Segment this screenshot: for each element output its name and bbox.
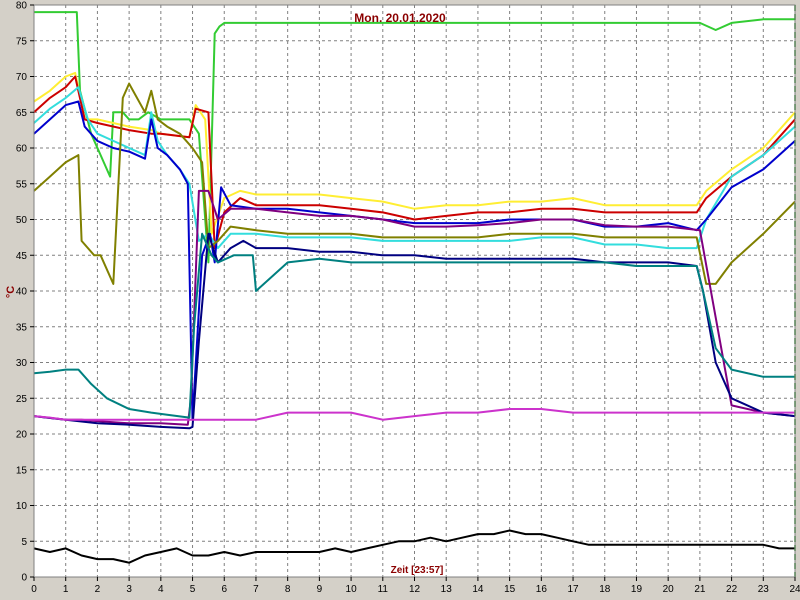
y-tick-label: 5 xyxy=(21,537,27,548)
y-tick-label: 10 xyxy=(16,501,28,512)
y-tick-label: 45 xyxy=(16,251,28,262)
x-tick-label: 15 xyxy=(504,584,516,595)
x-tick-label: 21 xyxy=(694,584,706,595)
x-tick-label: 2 xyxy=(95,584,101,595)
x-tick-label: 8 xyxy=(285,584,291,595)
x-tick-label: 16 xyxy=(536,584,548,595)
y-tick-label: 70 xyxy=(16,72,28,83)
x-tick-label: 20 xyxy=(663,584,675,595)
x-tick-label: 9 xyxy=(317,584,323,595)
y-tick-label: 60 xyxy=(16,144,28,155)
x-tick-label: 23 xyxy=(758,584,770,595)
y-tick-label: 80 xyxy=(16,1,28,12)
y-tick-label: 30 xyxy=(16,358,28,369)
x-tick-label: 17 xyxy=(567,584,579,595)
x-tick-label: 24 xyxy=(789,584,800,595)
y-tick-label: 35 xyxy=(16,322,28,333)
x-tick-label: 14 xyxy=(472,584,484,595)
x-tick-label: 5 xyxy=(190,584,196,595)
y-tick-label: 15 xyxy=(16,465,28,476)
y-tick-label: 50 xyxy=(16,215,28,226)
y-tick-label: 40 xyxy=(16,287,28,298)
x-tick-label: 6 xyxy=(221,584,227,595)
x-tick-label: 7 xyxy=(253,584,259,595)
x-tick-label: 4 xyxy=(158,584,164,595)
y-tick-label: 65 xyxy=(16,108,28,119)
x-tick-label: 3 xyxy=(126,584,132,595)
x-tick-label: 18 xyxy=(599,584,611,595)
y-tick-label: 20 xyxy=(16,430,28,441)
temperature-chart: 05101520253035404550556065707580 0123456… xyxy=(0,0,800,600)
y-tick-label: 25 xyxy=(16,394,28,405)
chart-title: Mon. 20.01.2020 xyxy=(354,11,446,25)
x-tick-label: 1 xyxy=(63,584,69,595)
x-tick-label: 22 xyxy=(726,584,738,595)
x-tick-label: 11 xyxy=(378,584,389,595)
x-tick-label: 0 xyxy=(31,584,37,595)
x-tick-label: 19 xyxy=(631,584,643,595)
x-tick-label: 13 xyxy=(441,584,453,595)
x-tick-label: 10 xyxy=(346,584,358,595)
y-axis-label: °C xyxy=(5,286,17,298)
y-tick-label: 75 xyxy=(16,36,28,47)
y-tick-label: 55 xyxy=(16,179,28,190)
x-tick-label: 12 xyxy=(409,584,421,595)
x-axis-label: Zeit [23:57] xyxy=(391,565,444,576)
y-tick-label: 0 xyxy=(21,573,27,584)
